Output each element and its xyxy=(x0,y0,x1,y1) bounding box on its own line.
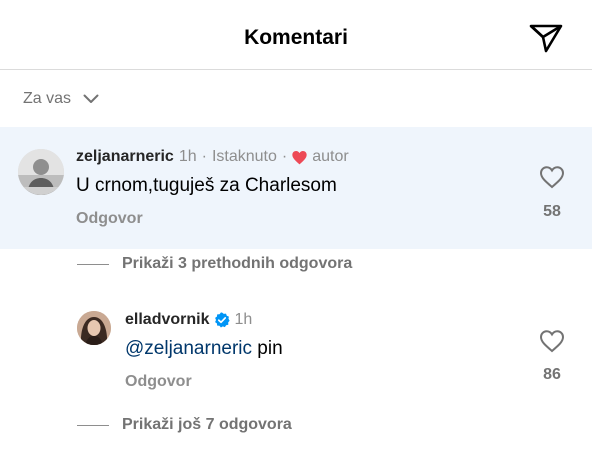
comment-meta: zeljanarneric 1h · Istaknuto · autor xyxy=(76,148,349,166)
chevron-down-icon xyxy=(83,94,99,103)
author-label: autor xyxy=(312,148,349,165)
sort-filter-dropdown[interactable]: Za vas xyxy=(23,88,99,110)
show-previous-replies-label: Prikaži 3 prethodnih odgovora xyxy=(122,255,353,272)
reply-meta: elladvornik 1h xyxy=(125,311,252,329)
reply-time: 1h xyxy=(234,311,253,328)
show-more-replies-label: Prikaži još 7 odgovora xyxy=(122,416,292,433)
like-count: 58 xyxy=(543,203,561,220)
comment-item: zeljanarneric 1h · Istaknuto · autor U c… xyxy=(0,127,592,249)
header: Komentari xyxy=(0,0,592,70)
reply-text-body: pin xyxy=(252,338,283,359)
avatar[interactable] xyxy=(77,311,111,345)
mention-link[interactable]: @zeljanarneric xyxy=(125,338,252,359)
divider-line xyxy=(77,263,109,265)
reply-text: @zeljanarneric pin xyxy=(125,338,283,360)
page-title: Komentari xyxy=(244,26,348,49)
reply-button[interactable]: Odgovor xyxy=(76,210,143,228)
avatar[interactable] xyxy=(18,149,64,195)
comment-text: U crnom,tuguješ za Charlesom xyxy=(76,175,337,196)
paper-plane-icon[interactable] xyxy=(528,22,564,54)
reply-button[interactable]: Odgovor xyxy=(125,373,192,391)
like-count: 86 xyxy=(543,366,561,383)
comment-time: 1h xyxy=(178,148,197,165)
reply-username[interactable]: elladvornik xyxy=(125,311,209,329)
pinned-tag: Istaknuto xyxy=(211,148,277,165)
verified-badge-icon xyxy=(215,312,231,328)
divider-line xyxy=(77,424,109,426)
comment-username[interactable]: zeljanarneric xyxy=(76,148,174,166)
author-heart-icon xyxy=(292,150,307,164)
show-more-replies-button[interactable]: Prikaži još 7 odgovora xyxy=(77,416,292,434)
heart-outline-icon[interactable] xyxy=(539,165,565,189)
show-previous-replies-button[interactable]: Prikaži 3 prethodnih odgovora xyxy=(77,255,352,273)
meta-separator: · xyxy=(281,148,288,165)
heart-outline-icon[interactable] xyxy=(539,329,565,353)
meta-separator: · xyxy=(201,148,207,165)
sort-filter-label: Za vas xyxy=(23,90,72,107)
